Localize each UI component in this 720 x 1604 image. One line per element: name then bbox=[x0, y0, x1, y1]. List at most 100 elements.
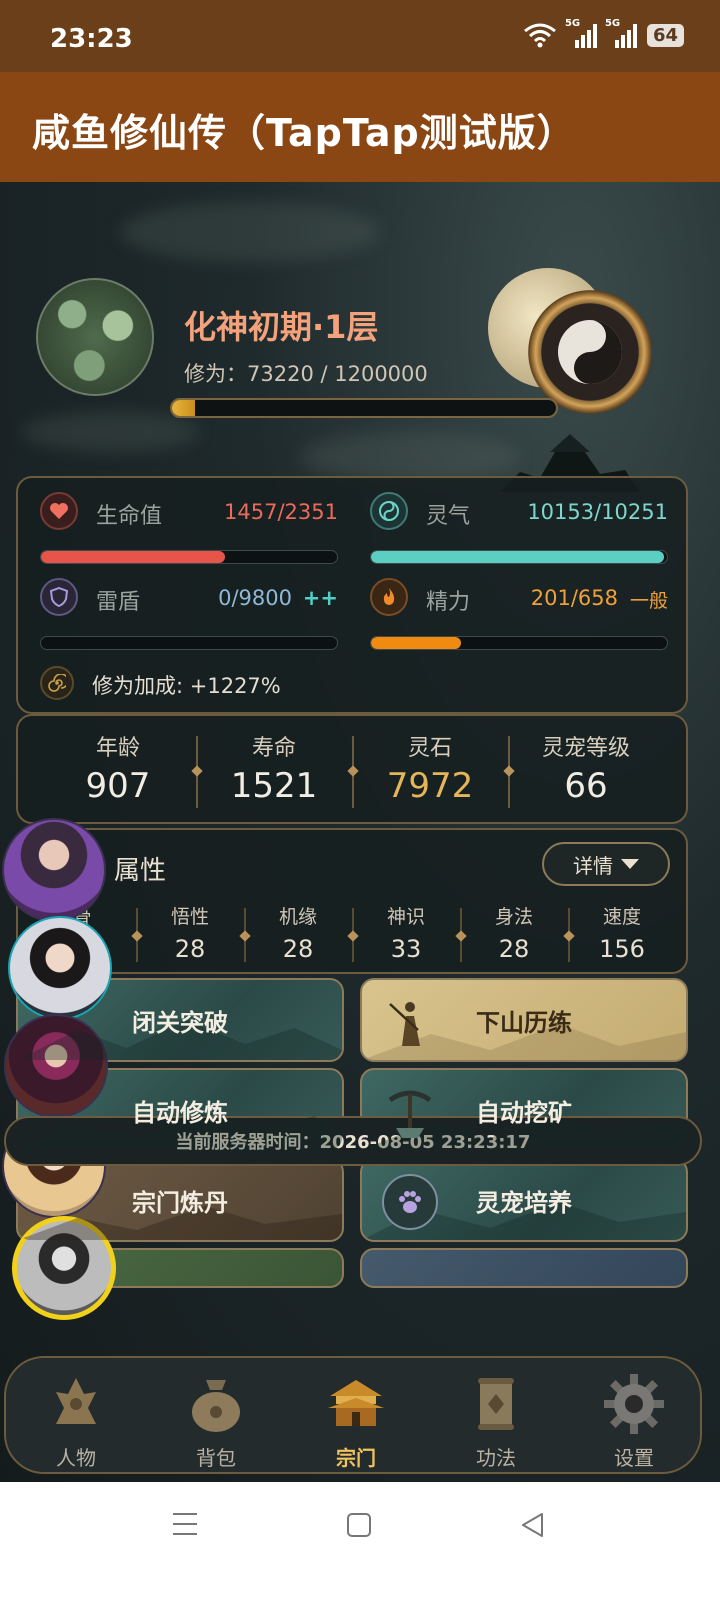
spirit-stone-cell: 灵石 7972 bbox=[352, 716, 508, 826]
partial-action-button[interactable] bbox=[360, 1248, 688, 1288]
cultivation-progress-bar bbox=[170, 398, 558, 418]
spirit-bar bbox=[370, 550, 668, 564]
cultivation-bonus-text: 修为加成: +1227% bbox=[92, 674, 281, 698]
action-label: 自动修炼 bbox=[132, 1098, 228, 1127]
spirit-stat: 灵气 10153/10251 bbox=[370, 492, 668, 572]
menu-icon[interactable] bbox=[172, 1512, 198, 1536]
realm-title: 化神初期·1层 bbox=[184, 308, 379, 346]
attr-value: 33 bbox=[390, 935, 422, 963]
lifespan-label: 寿命 bbox=[251, 736, 296, 761]
adventure-button[interactable]: 下山历练 bbox=[360, 978, 688, 1062]
shield-stat: 雷盾 0/9800 ++ bbox=[40, 578, 338, 658]
stats-panel: 生命值 1457/2351 灵气 10153/10251 雷盾 0/9800 +… bbox=[16, 476, 688, 714]
dropdown-icon bbox=[621, 859, 639, 869]
hp-bar bbox=[40, 550, 338, 564]
attr-label: 机缘 bbox=[278, 906, 317, 928]
shield-bar bbox=[40, 636, 338, 650]
shield-plus-button[interactable]: ++ bbox=[303, 586, 338, 610]
spirit-stone-label: 灵石 bbox=[407, 736, 452, 761]
shield-icon bbox=[40, 578, 78, 616]
bag-icon bbox=[192, 1380, 240, 1432]
scroll-icon bbox=[478, 1378, 514, 1430]
info-panel: 年龄 907 寿命 1521 灵石 7972 灵宠等级 66 bbox=[16, 714, 688, 824]
companion-avatars bbox=[0, 818, 140, 1338]
attr-label: 悟性 bbox=[170, 906, 209, 928]
action-label: 自动挖矿 bbox=[476, 1098, 572, 1127]
nav-label: 宗门 bbox=[336, 1446, 376, 1470]
lifespan-cell: 寿命 1521 bbox=[196, 716, 352, 826]
energy-value: 201/658 bbox=[530, 586, 618, 610]
details-button-label: 详情 bbox=[573, 853, 613, 878]
spirit-label: 灵气 bbox=[426, 504, 471, 529]
nav-settings[interactable]: 设置 bbox=[564, 1358, 704, 1476]
spiral-icon bbox=[40, 666, 74, 700]
swirl-icon bbox=[370, 492, 408, 530]
spirit-value: 10153/10251 bbox=[527, 500, 668, 524]
hp-value: 1457/2351 bbox=[224, 500, 338, 524]
age-value: 907 bbox=[85, 766, 151, 806]
details-button[interactable]: 详情 bbox=[542, 842, 670, 886]
attr-divine-sense: 神识 33 bbox=[352, 902, 460, 963]
nav-label: 人物 bbox=[56, 1446, 96, 1470]
nav-sect[interactable]: 宗门 bbox=[286, 1358, 426, 1476]
nav-character[interactable]: 人物 bbox=[6, 1358, 146, 1476]
action-label: 灵宠培养 bbox=[476, 1188, 572, 1217]
spirit-stone-value: 7972 bbox=[386, 766, 474, 806]
age-cell: 年龄 907 bbox=[40, 716, 196, 826]
companion-avatar[interactable] bbox=[8, 916, 112, 1020]
action-label: 闭关突破 bbox=[132, 1008, 228, 1037]
signal-icon: 5G bbox=[565, 18, 597, 48]
pet-level-value: 66 bbox=[564, 766, 608, 806]
back-icon[interactable] bbox=[520, 1512, 544, 1538]
attr-label: 身法 bbox=[494, 906, 533, 928]
nav-bag[interactable]: 背包 bbox=[146, 1358, 286, 1476]
nav-label: 设置 bbox=[614, 1446, 654, 1470]
signal-type-label: 5G bbox=[604, 18, 621, 29]
taiji-icon bbox=[558, 320, 622, 384]
attr-label: 速度 bbox=[602, 906, 641, 928]
system-nav-bar bbox=[0, 1482, 720, 1604]
companion-avatar[interactable] bbox=[2, 818, 106, 922]
energy-label: 精力 bbox=[426, 590, 471, 615]
pet-level-cell: 灵宠等级 66 bbox=[508, 716, 664, 826]
pet-training-button[interactable]: 灵宠培养 bbox=[360, 1158, 688, 1242]
player-avatar[interactable] bbox=[36, 278, 154, 396]
cultivation-value: 73220 / 1200000 bbox=[247, 362, 428, 386]
spirit-bar-fill bbox=[371, 551, 665, 563]
attr-speed: 速度 156 bbox=[568, 902, 676, 963]
signal-icon: 5G bbox=[605, 18, 637, 48]
app-title-bar: 咸鱼修仙传（TapTap测试版） bbox=[0, 72, 720, 182]
home-icon[interactable] bbox=[346, 1512, 372, 1538]
action-label: 宗门炼丹 bbox=[132, 1188, 228, 1217]
nav-skills[interactable]: 功法 bbox=[426, 1358, 566, 1476]
character-icon bbox=[56, 1378, 96, 1424]
sect-icon bbox=[328, 1380, 384, 1426]
nav-label: 背包 bbox=[196, 1446, 236, 1470]
attr-fortune: 机缘 28 bbox=[244, 902, 352, 963]
auto-mining-button[interactable]: 自动挖矿 bbox=[360, 1068, 688, 1152]
shield-value: 0/9800 bbox=[218, 586, 292, 610]
status-bar: 23:23 5G 5G 64 bbox=[0, 0, 720, 72]
energy-stat: 精力 201/658 一般 bbox=[370, 578, 668, 658]
wifi-icon bbox=[524, 23, 556, 48]
attr-comprehension: 悟性 28 bbox=[136, 902, 244, 963]
pickaxe-icon bbox=[388, 1090, 432, 1138]
heart-icon bbox=[40, 492, 78, 530]
attr-value: 156 bbox=[599, 935, 645, 963]
cultivation-progress-fill bbox=[172, 400, 196, 416]
age-label: 年龄 bbox=[95, 736, 140, 761]
attr-value: 28 bbox=[498, 935, 530, 963]
shield-label: 雷盾 bbox=[96, 590, 141, 615]
cultivation-text: 修为：73220 / 1200000 bbox=[184, 358, 428, 388]
flame-icon bbox=[370, 578, 408, 616]
nav-label: 功法 bbox=[476, 1446, 516, 1470]
status-icons: 5G 5G 64 bbox=[523, 18, 684, 48]
lifespan-value: 1521 bbox=[230, 766, 318, 806]
bottom-nav: 人物 背包 宗门 功法 设置 bbox=[4, 1356, 702, 1474]
hp-label: 生命值 bbox=[96, 504, 163, 529]
signal-type-label: 5G bbox=[564, 18, 581, 29]
battery-indicator: 64 bbox=[646, 23, 684, 47]
pet-level-label: 灵宠等级 bbox=[541, 736, 630, 761]
status-time: 23:23 bbox=[50, 24, 133, 54]
action-label: 下山历练 bbox=[476, 1008, 572, 1037]
